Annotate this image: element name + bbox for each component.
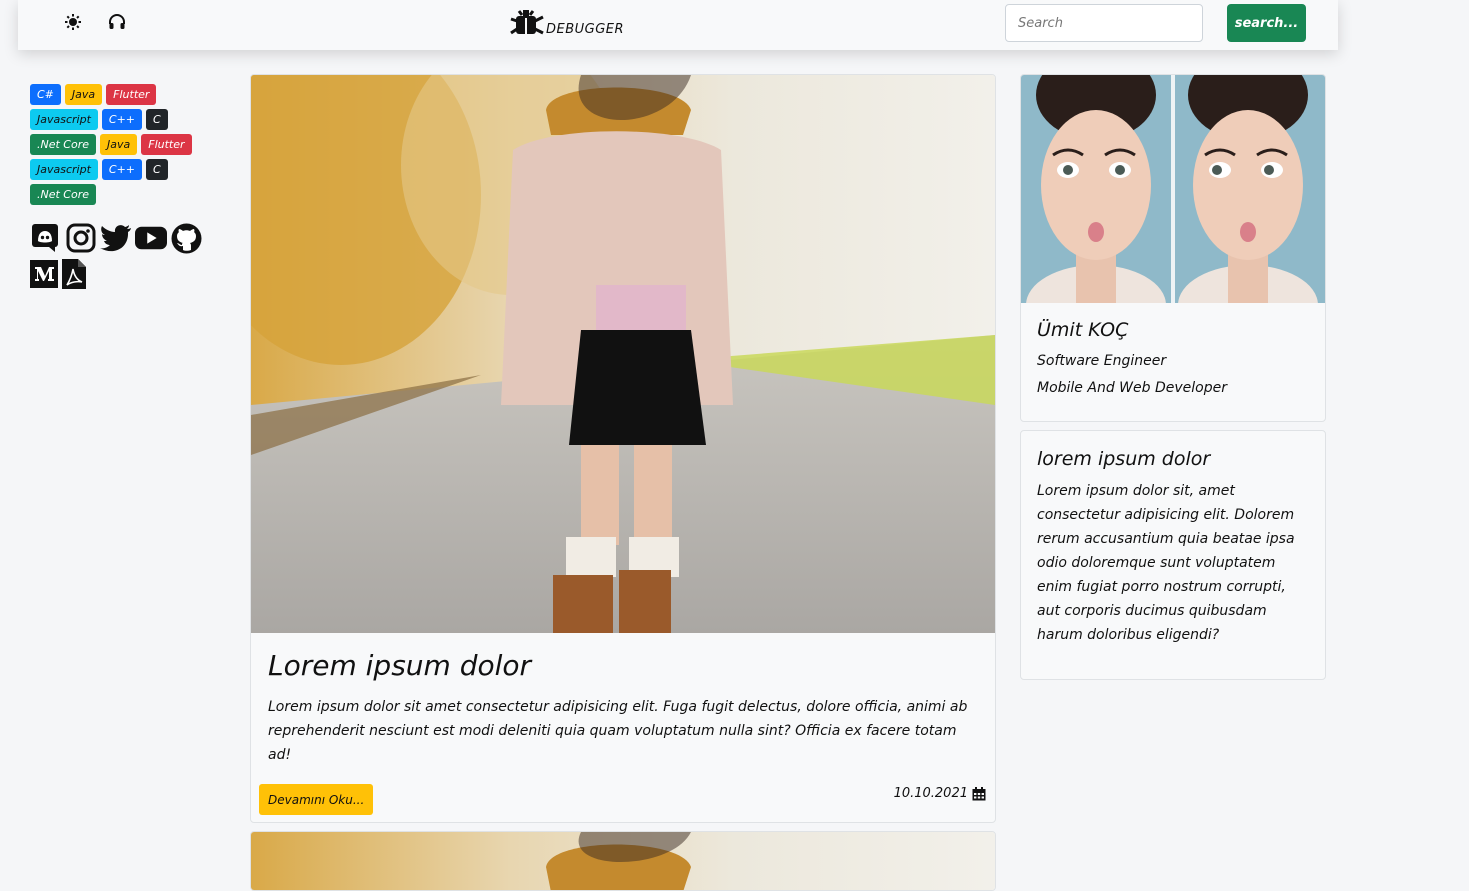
calendar-icon xyxy=(972,786,986,800)
about-card: lorem ipsum dolor Lorem ipsum dolor sit,… xyxy=(1020,430,1326,680)
tag-row: .Net Core Java Flutter xyxy=(30,134,220,155)
tag-csharp[interactable]: C# xyxy=(30,84,61,105)
post-date-text: 10.10.2021 xyxy=(893,786,968,801)
profile-role: Software Engineer xyxy=(1037,353,1167,369)
medium-icon[interactable] xyxy=(30,258,58,290)
read-more-button[interactable]: Devamını Oku... xyxy=(259,784,374,815)
post-card: Lorem ipsum dolor Lorem ipsum dolor sit … xyxy=(250,74,996,823)
tag-row: .Net Core xyxy=(30,184,220,205)
tag-cpp[interactable]: C++ xyxy=(101,109,143,130)
tag-cpp[interactable]: C++ xyxy=(101,159,143,180)
post-date: 10.10.2021 xyxy=(894,786,986,801)
profile-card: Ümit KOÇ Software Engineer Mobile And We… xyxy=(1020,74,1326,422)
github-icon[interactable] xyxy=(170,222,202,254)
discord-icon[interactable] xyxy=(30,222,62,254)
sun-icon[interactable] xyxy=(64,13,82,31)
post-image xyxy=(251,832,995,890)
tag-row: Javascript C++ C xyxy=(30,109,220,130)
tag-dotnet-core[interactable]: .Net Core xyxy=(30,184,97,205)
tag-row: C# Java Flutter xyxy=(30,84,220,105)
brand-logo-link[interactable]: DEBUGGER xyxy=(510,6,624,42)
youtube-icon[interactable] xyxy=(135,222,167,254)
brand-name: DEBUGGER xyxy=(546,21,625,37)
tag-javascript[interactable]: Javascript xyxy=(30,109,98,130)
tag-javascript[interactable]: Javascript xyxy=(30,159,98,180)
top-navbar: DEBUGGER search... xyxy=(18,0,1338,50)
tag-flutter[interactable]: Flutter xyxy=(141,134,192,155)
pdf-icon[interactable] xyxy=(61,258,87,290)
social-links xyxy=(30,222,210,294)
post-excerpt: Lorem ipsum dolor sit amet consectetur a… xyxy=(268,699,968,763)
tag-dotnet-core[interactable]: .Net Core xyxy=(30,134,97,155)
tag-java[interactable]: Java xyxy=(64,84,103,105)
social-row xyxy=(30,258,210,290)
instagram-icon[interactable] xyxy=(65,222,97,254)
social-row xyxy=(30,222,210,254)
profile-photo xyxy=(1021,75,1325,303)
post-image xyxy=(251,75,995,633)
search-button[interactable]: search... xyxy=(1227,4,1306,42)
post-title: Lorem ipsum dolor xyxy=(268,649,532,682)
tag-row: Javascript C++ C xyxy=(30,159,220,180)
search-input[interactable] xyxy=(1005,4,1203,42)
post-card xyxy=(250,831,996,891)
headphones-icon[interactable] xyxy=(108,13,126,31)
about-title: lorem ipsum dolor xyxy=(1037,448,1211,470)
about-text: Lorem ipsum dolor sit, amet consectetur … xyxy=(1037,483,1295,643)
profile-name: Ümit KOÇ xyxy=(1037,319,1129,341)
tag-java[interactable]: Java xyxy=(100,134,138,155)
twitter-icon[interactable] xyxy=(100,222,132,254)
tag-c[interactable]: C xyxy=(146,109,168,130)
tag-flutter[interactable]: Flutter xyxy=(106,84,157,105)
profile-subtitle: Mobile And Web Developer xyxy=(1037,380,1227,396)
bug-logo-icon xyxy=(510,10,544,35)
tag-c[interactable]: C xyxy=(146,159,168,180)
tag-cloud: C# Java Flutter Javascript C++ C .Net Co… xyxy=(30,84,220,209)
